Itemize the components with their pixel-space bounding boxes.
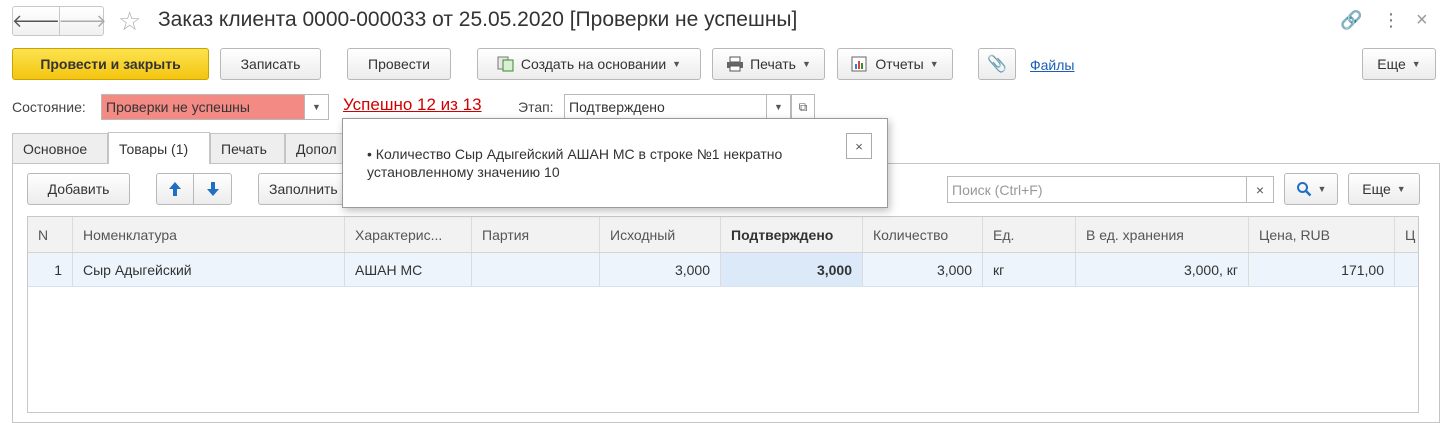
column-header[interactable]: N: [28, 217, 73, 252]
save-button[interactable]: Записать: [220, 48, 321, 80]
goods-more-label: Еще: [1362, 181, 1391, 197]
create-based-icon: [497, 56, 514, 72]
chevron-down-icon: ▼: [801, 59, 811, 69]
tab-print-label: Печать: [221, 140, 267, 157]
chevron-down-icon: ▼: [1396, 184, 1406, 194]
state-field[interactable]: Проверки не успешны: [101, 94, 305, 120]
chevron-down-icon[interactable]: ▼: [767, 94, 791, 120]
post-label: Провести: [368, 56, 430, 72]
column-header[interactable]: Партия: [472, 217, 600, 252]
column-header[interactable]: В ед. хранения: [1076, 217, 1249, 252]
state-value: Проверки не успешны: [106, 99, 250, 115]
favorite-star-icon[interactable]: ☆: [118, 6, 141, 36]
search-icon: [1296, 182, 1311, 197]
chevron-down-icon: ▼: [1317, 184, 1327, 194]
more-menu-icon[interactable]: ⋮: [1382, 10, 1400, 30]
tab-additional-label: Допол: [296, 140, 337, 157]
post-button[interactable]: Провести: [347, 48, 451, 80]
search-placeholder: Поиск (Ctrl+F): [952, 181, 1043, 198]
post-and-close-label: Провести и закрыть: [40, 56, 181, 72]
add-button[interactable]: Добавить: [27, 173, 130, 205]
link-icon[interactable]: 🔗: [1340, 10, 1362, 30]
column-header[interactable]: Ц: [1395, 217, 1418, 252]
paperclip-icon: 📎: [987, 56, 1007, 73]
table-cell: 171,00: [1249, 253, 1395, 286]
add-label: Добавить: [47, 181, 110, 197]
table-row[interactable]: 1 Сыр Адыгейский АШАН МС 3,000 3,000 3,0…: [28, 253, 1418, 287]
success-count-link[interactable]: Успешно 12 из 13: [343, 95, 482, 115]
chevron-down-icon: ▼: [929, 59, 939, 69]
stage-field[interactable]: Подтверждено: [564, 94, 767, 120]
table-cell: 3,000, кг: [1076, 253, 1249, 286]
table-cell: [1395, 253, 1418, 286]
clear-search-icon[interactable]: ×: [1246, 176, 1274, 203]
goods-table: N Номенклатура Характерис... Партия Исхо…: [27, 216, 1419, 413]
stage-value: Подтверждено: [569, 99, 665, 115]
print-label: Печать: [750, 56, 796, 72]
state-label: Состояние:: [12, 99, 86, 115]
table-cell: АШАН МС: [345, 253, 472, 286]
column-header[interactable]: Цена, RUB: [1249, 217, 1395, 252]
window-title: Заказ клиента 0000-000033 от 25.05.2020 …: [158, 8, 798, 31]
chevron-down-icon: ▼: [672, 59, 682, 69]
reports-button[interactable]: Отчеты ▼: [837, 48, 953, 80]
table-header: N Номенклатура Характерис... Партия Исхо…: [28, 217, 1418, 253]
table-cell: кг: [983, 253, 1076, 286]
popup-close-icon[interactable]: ×: [846, 133, 872, 159]
save-label: Записать: [240, 56, 301, 72]
move-down-arrow-icon[interactable]: [194, 174, 231, 204]
tab-main-label: Основное: [23, 140, 88, 157]
column-header[interactable]: Исходный: [600, 217, 721, 252]
chevron-down-icon: ▼: [1411, 59, 1421, 69]
tab-goods-label: Товары (1): [119, 140, 189, 157]
search-input[interactable]: Поиск (Ctrl+F): [947, 176, 1247, 203]
reports-icon: [851, 56, 867, 72]
attach-files-button[interactable]: 📎: [978, 48, 1016, 80]
popup-message: • Количество Сыр Адыгейский АШАН МС в ст…: [367, 146, 783, 180]
create-based-label: Создать на основании: [520, 56, 667, 72]
move-up-arrow-icon[interactable]: [157, 174, 195, 204]
files-link[interactable]: Файлы: [1030, 57, 1074, 73]
stage-label: Этап:: [518, 99, 554, 115]
table-cell: 1: [28, 253, 73, 286]
table-cell-selected[interactable]: 3,000: [721, 253, 863, 286]
more-button[interactable]: Еще ▼: [1362, 48, 1436, 80]
column-header[interactable]: Подтверждено: [721, 217, 863, 252]
printer-icon: [727, 56, 744, 72]
post-and-close-button[interactable]: Провести и закрыть: [12, 48, 209, 80]
fill-label: Заполнить: [269, 181, 338, 197]
reports-label: Отчеты: [875, 56, 924, 72]
column-header[interactable]: Характерис...: [345, 217, 472, 252]
tab-print[interactable]: Печать: [210, 133, 285, 163]
forward-arrow-icon[interactable]: 🡒: [58, 7, 107, 35]
column-header[interactable]: Ед.: [983, 217, 1076, 252]
more-label: Еще: [1377, 56, 1406, 72]
table-cell: 3,000: [600, 253, 721, 286]
tab-main[interactable]: Основное: [12, 133, 108, 163]
move-buttons: [156, 173, 232, 205]
tab-goods[interactable]: Товары (1): [108, 132, 210, 164]
navigation-buttons: 🡐 🡒: [12, 6, 107, 36]
validation-popup: • Количество Сыр Адыгейский АШАН МС в ст…: [342, 118, 888, 208]
table-cell: [472, 253, 600, 286]
search-button[interactable]: ▼: [1284, 173, 1338, 205]
print-button[interactable]: Печать ▼: [712, 48, 825, 80]
back-arrow-icon[interactable]: 🡐: [12, 7, 60, 35]
table-cell: 3,000: [863, 253, 983, 286]
create-based-on-button[interactable]: Создать на основании ▼: [477, 48, 701, 80]
column-header[interactable]: Номенклатура: [73, 217, 345, 252]
close-icon[interactable]: ×: [1416, 10, 1428, 30]
column-header[interactable]: Количество: [863, 217, 983, 252]
table-cell: Сыр Адыгейский: [73, 253, 345, 286]
open-icon[interactable]: ⧉: [791, 94, 815, 120]
goods-more-button[interactable]: Еще ▼: [1348, 173, 1420, 205]
chevron-down-icon[interactable]: ▼: [305, 94, 329, 120]
